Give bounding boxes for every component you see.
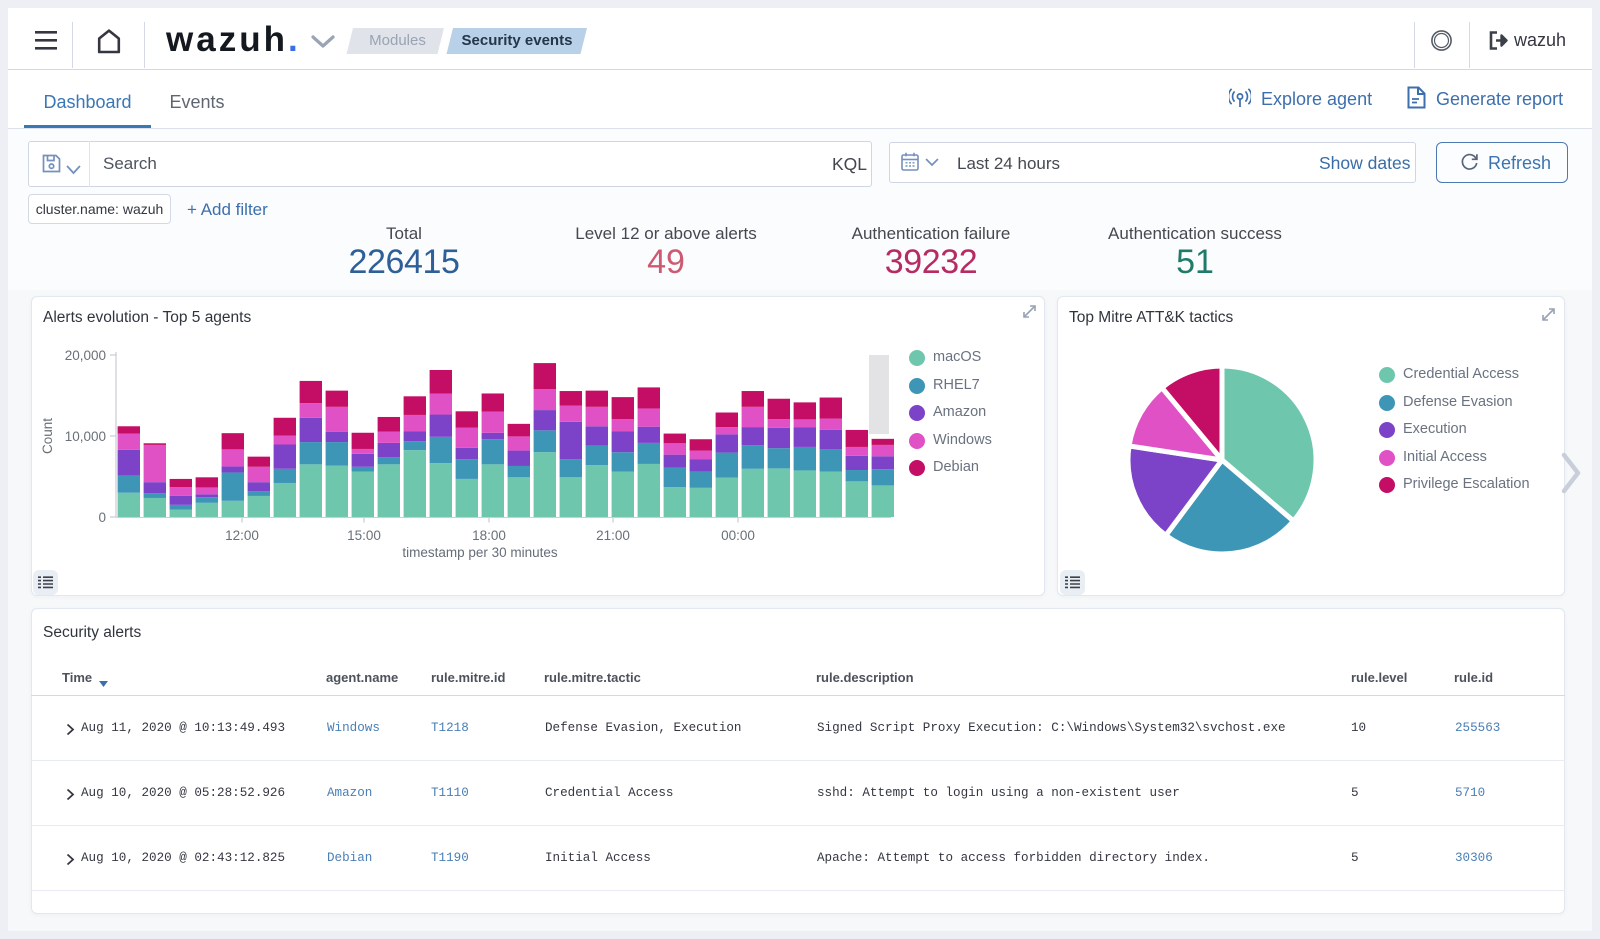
- svg-text:00:00: 00:00: [721, 528, 755, 543]
- svg-text:10,000: 10,000: [65, 429, 106, 444]
- svg-text:20,000: 20,000: [65, 348, 106, 363]
- svg-text:Count: Count: [40, 418, 55, 454]
- svg-text:18:00: 18:00: [472, 528, 506, 543]
- svg-text:12:00: 12:00: [225, 528, 259, 543]
- svg-text:21:00: 21:00: [596, 528, 630, 543]
- svg-text:15:00: 15:00: [347, 528, 381, 543]
- svg-text:timestamp per 30 minutes: timestamp per 30 minutes: [402, 545, 558, 560]
- svg-text:0: 0: [98, 510, 106, 525]
